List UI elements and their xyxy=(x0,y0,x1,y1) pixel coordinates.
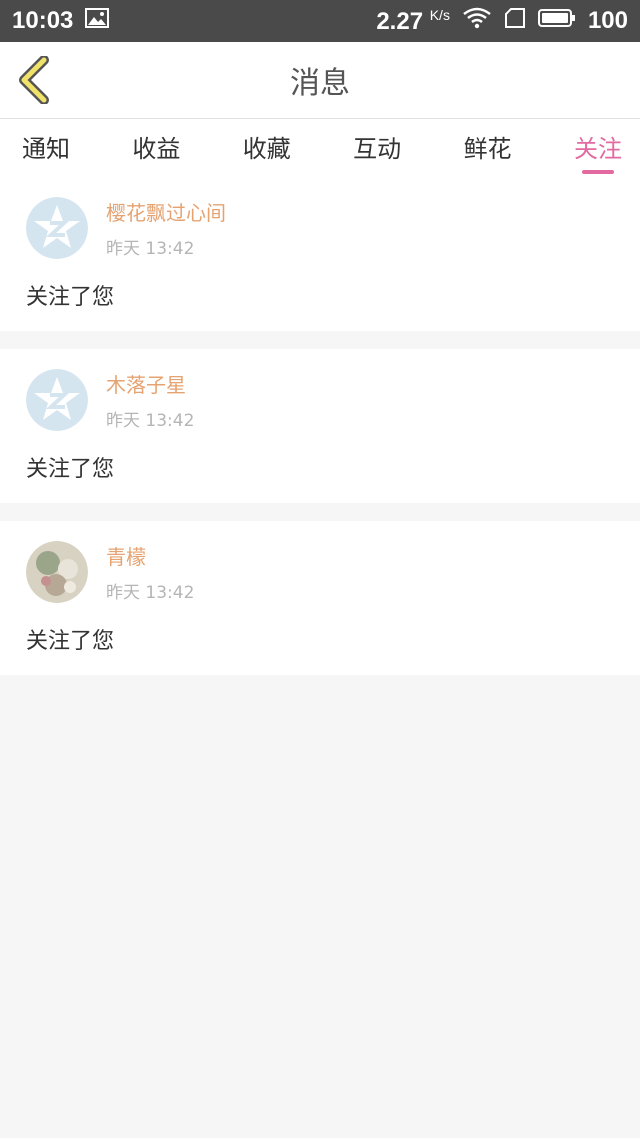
message-time: 昨天 13:42 xyxy=(106,411,195,431)
tab-notifications[interactable]: 通知 xyxy=(22,123,70,174)
page-title: 消息 xyxy=(290,66,350,101)
tab-interactions[interactable]: 互动 xyxy=(353,123,401,174)
message-content: 关注了您 xyxy=(26,285,115,310)
message-item[interactable]: 木落子星 昨天 13:42 关注了您 xyxy=(0,349,640,503)
tab-follows[interactable]: 关注 xyxy=(574,123,622,174)
username[interactable]: 樱花飘过心间 xyxy=(106,197,226,226)
message-content: 关注了您 xyxy=(26,629,115,654)
photo-avatar-icon xyxy=(26,541,88,603)
sim-icon xyxy=(504,7,526,36)
wifi-icon xyxy=(462,7,492,36)
message-item[interactable]: 樱花飘过心间 昨天 13:42 关注了您 xyxy=(0,177,640,331)
tab-favorites[interactable]: 收藏 xyxy=(243,123,291,174)
chevron-left-icon xyxy=(19,55,49,105)
avatar[interactable] xyxy=(26,197,88,259)
network-speed-value: 2.27 xyxy=(376,7,424,35)
battery-icon xyxy=(537,7,576,35)
gallery-icon xyxy=(85,7,110,35)
avatar[interactable] xyxy=(26,541,88,603)
battery-level: 100 xyxy=(587,7,628,34)
status-bar: 10:03 2.27 K/s 100 xyxy=(0,0,640,42)
message-content: 关注了您 xyxy=(26,457,115,482)
default-avatar-icon xyxy=(26,197,88,259)
network-speed: 2.27 K/s xyxy=(376,7,450,36)
tab-bar: 通知 收益 收藏 互动 鲜花 关注 xyxy=(0,119,640,177)
network-speed-unit: K/s xyxy=(429,6,450,23)
back-button[interactable] xyxy=(14,55,62,105)
header: 消息 xyxy=(0,42,640,119)
message-time: 昨天 13:42 xyxy=(106,239,195,259)
avatar[interactable] xyxy=(26,369,88,431)
username[interactable]: 青檬 xyxy=(106,541,194,570)
message-item[interactable]: 青檬 昨天 13:42 关注了您 xyxy=(0,521,640,675)
tab-earnings[interactable]: 收益 xyxy=(132,123,180,174)
tab-flowers[interactable]: 鲜花 xyxy=(464,123,512,174)
username[interactable]: 木落子星 xyxy=(106,369,194,398)
message-list: 樱花飘过心间 昨天 13:42 关注了您 木落子星 昨天 13:42 关注了您 xyxy=(0,177,640,675)
status-time: 10:03 xyxy=(12,7,74,34)
message-time: 昨天 13:42 xyxy=(106,583,195,603)
default-avatar-icon xyxy=(26,369,88,431)
